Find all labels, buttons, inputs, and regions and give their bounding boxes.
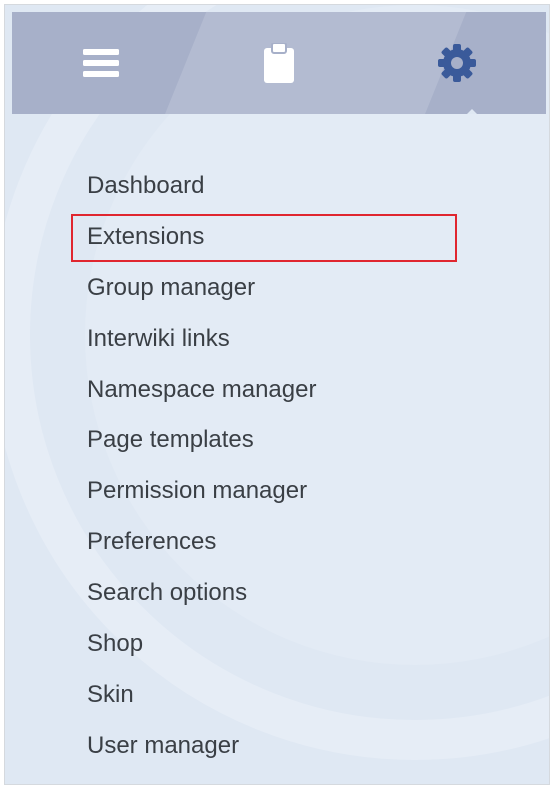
menu-item-permission-manager[interactable]: Permission manager <box>71 466 455 517</box>
admin-panel: Dashboard Extensions Group manager Inter… <box>4 4 550 785</box>
hamburger-menu-icon <box>83 49 119 77</box>
menu-item-preferences[interactable]: Preferences <box>71 517 455 568</box>
tab-administration[interactable] <box>368 12 546 114</box>
menu-item-group-manager[interactable]: Group manager <box>71 263 455 314</box>
tab-pages[interactable] <box>190 12 368 114</box>
clipboard-icon <box>264 43 294 83</box>
menu-item-shop[interactable]: Shop <box>71 619 455 670</box>
menu-item-user-manager[interactable]: User manager <box>71 721 455 772</box>
menu-item-page-templates[interactable]: Page templates <box>71 415 455 466</box>
gear-icon <box>438 44 476 82</box>
menu-item-search-options[interactable]: Search options <box>71 568 455 619</box>
admin-menu: Dashboard Extensions Group manager Inter… <box>71 161 457 772</box>
menu-item-skin[interactable]: Skin <box>71 670 455 721</box>
menu-item-interwiki-links[interactable]: Interwiki links <box>71 314 455 365</box>
menu-item-namespace-manager[interactable]: Namespace manager <box>71 365 455 416</box>
tab-navigation[interactable] <box>12 12 190 114</box>
active-tab-pointer <box>463 109 481 114</box>
tab-bar <box>12 12 546 114</box>
menu-item-dashboard[interactable]: Dashboard <box>71 161 455 212</box>
menu-item-extensions[interactable]: Extensions <box>71 212 457 263</box>
